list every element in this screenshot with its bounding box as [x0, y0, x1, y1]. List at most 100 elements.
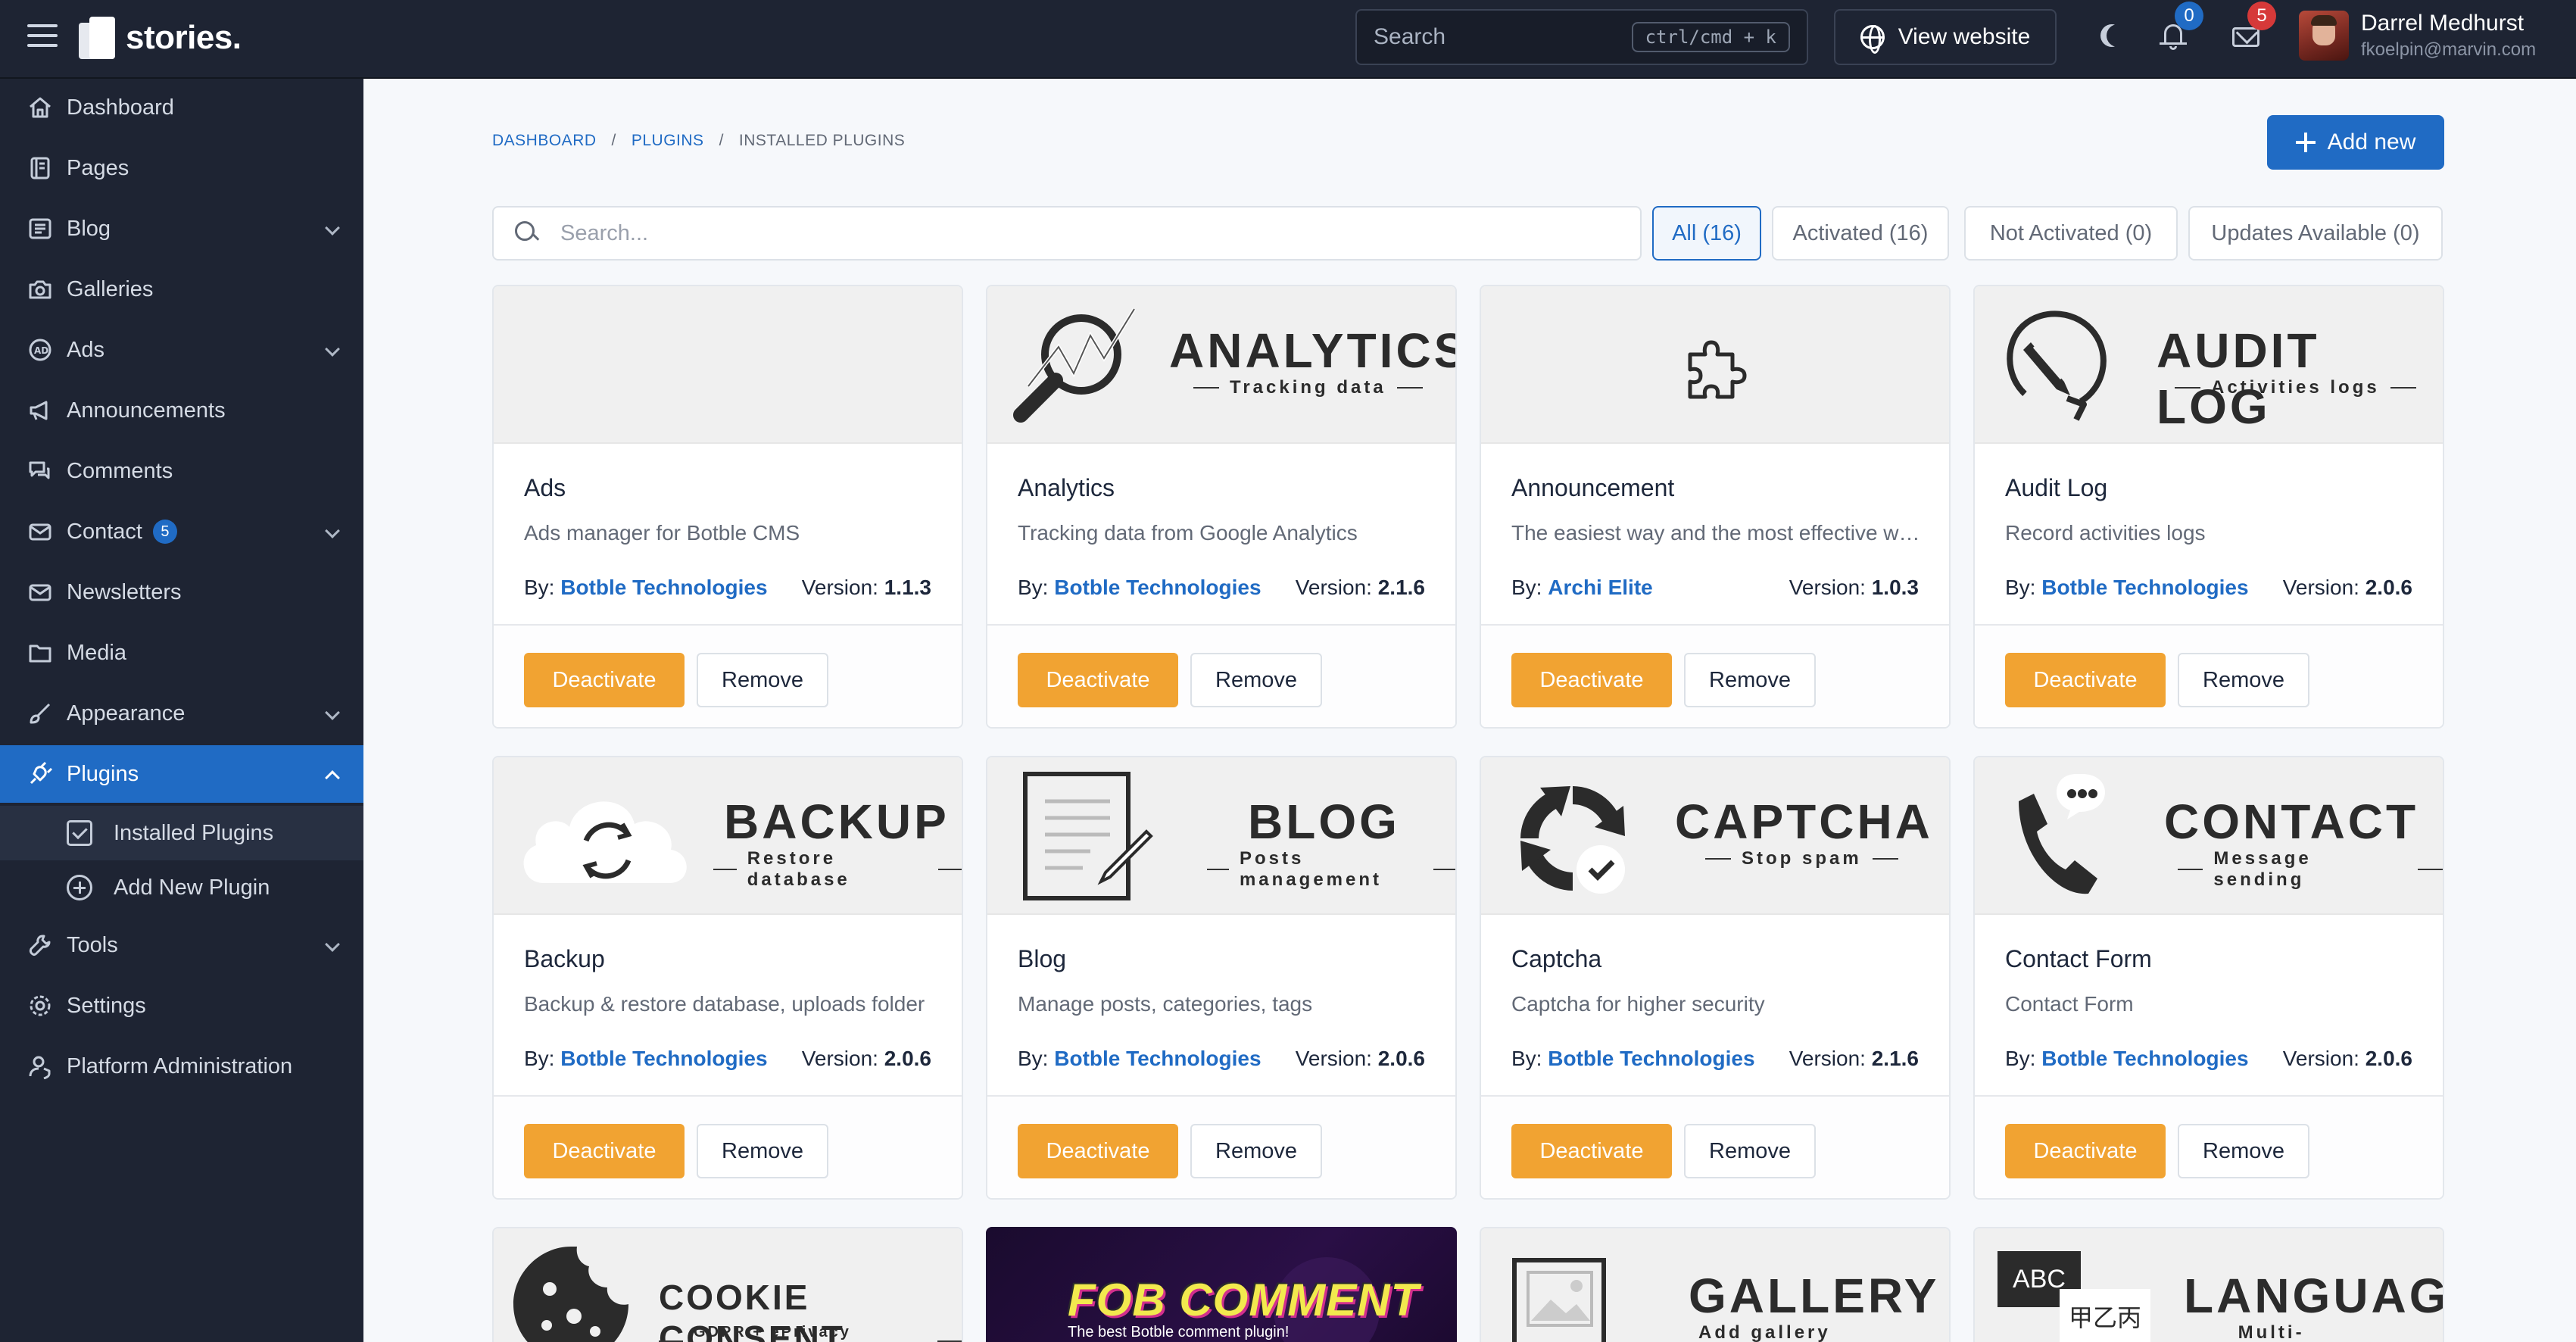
sidebar-item-plugins[interactable]: Plugins — [0, 745, 363, 803]
author-link[interactable]: Botble Technologies — [1548, 1047, 1754, 1070]
sidebar-subitem-add-new-plugin[interactable]: Add New Plugin — [0, 860, 363, 915]
plugin-author: By: Botble Technologies — [1018, 576, 1261, 599]
author-link[interactable]: Archi Elite — [1548, 576, 1652, 599]
deactivate-button[interactable]: Deactivate — [524, 653, 685, 707]
plugin-version: Version: 1.1.3 — [801, 576, 931, 599]
remove-button[interactable]: Remove — [1684, 653, 1816, 707]
sidebar-item-dashboard[interactable]: Dashboard — [0, 79, 363, 136]
banner-title: ANALYTICS — [1169, 323, 1455, 378]
plugin-card: Ads Ads manager for Botble CMS By: Botbl… — [492, 285, 963, 729]
ad-icon: AD — [27, 337, 53, 363]
deactivate-button[interactable]: Deactivate — [1511, 653, 1672, 707]
plugin-name: Announcement — [1511, 474, 1675, 501]
sidebar-item-announcements[interactable]: Announcements — [0, 382, 363, 439]
app-logo[interactable]: stories. — [79, 14, 242, 62]
add-new-button[interactable]: Add new — [2267, 115, 2444, 170]
author-link[interactable]: Botble Technologies — [560, 576, 767, 599]
author-link[interactable]: Botble Technologies — [560, 1047, 767, 1070]
filter-activated[interactable]: Activated (16) — [1772, 206, 1949, 261]
sidebar-subitem-label: Installed Plugins — [114, 820, 274, 845]
menu-toggle-icon[interactable] — [27, 24, 58, 48]
plugin-card: FOB COMMENT The best Botble comment plug… — [986, 1227, 1457, 1342]
remove-button[interactable]: Remove — [1190, 653, 1322, 707]
mail-icon — [27, 519, 53, 545]
view-website-button[interactable]: View website — [1834, 9, 2057, 65]
remove-button[interactable]: Remove — [697, 653, 828, 707]
settings-icon — [27, 993, 53, 1019]
bell-icon[interactable]: 0 — [2158, 2, 2203, 51]
sidebar-item-galleries[interactable]: Galleries — [0, 261, 363, 318]
avatar[interactable] — [2299, 11, 2349, 61]
remove-button[interactable]: Remove — [2178, 1124, 2309, 1178]
plugin-name: Contact Form — [2005, 945, 2152, 972]
sidebar-item-label: Settings — [67, 993, 146, 1018]
author-link[interactable]: Botble Technologies — [1054, 576, 1261, 599]
plugin-actions: Deactivate Remove — [1481, 1095, 1949, 1198]
deactivate-button[interactable]: Deactivate — [1018, 653, 1178, 707]
sidebar-item-tools[interactable]: Tools — [0, 916, 363, 974]
sidebar-item-appearance[interactable]: Appearance — [0, 685, 363, 742]
plugin-search-placeholder: Search... — [560, 220, 649, 245]
remove-button[interactable]: Remove — [1684, 1124, 1816, 1178]
plugin-banner: ANALYTICS Tracking data — [987, 286, 1455, 444]
contact-badge: 5 — [152, 520, 177, 544]
plugin-author: By: Botble Technologies — [1511, 1047, 1755, 1070]
banner-subtitle: Add gallery images — [1698, 1322, 1831, 1342]
plug-icon — [27, 761, 53, 787]
deactivate-button[interactable]: Deactivate — [1511, 1124, 1672, 1178]
deactivate-button[interactable]: Deactivate — [524, 1124, 685, 1178]
breadcrumb-plugins[interactable]: PLUGINS — [632, 132, 704, 150]
plugin-version: Version: 2.1.6 — [1295, 576, 1425, 599]
sidebar-item-media[interactable]: Media — [0, 624, 363, 682]
banner-title: GALLERY — [1689, 1269, 1940, 1323]
author-link[interactable]: Botble Technologies — [1054, 1047, 1261, 1070]
remove-button[interactable]: Remove — [1190, 1124, 1322, 1178]
sidebar-item-settings[interactable]: Settings — [0, 977, 363, 1035]
deactivate-button[interactable]: Deactivate — [1018, 1124, 1178, 1178]
author-link[interactable]: Botble Technologies — [2041, 1047, 2248, 1070]
plugin-search-input[interactable]: Search... — [492, 206, 1642, 261]
sidebar-item-platform-administration[interactable]: Platform Administration — [0, 1038, 363, 1095]
sidebar-item-label: Galleries — [67, 276, 154, 301]
sidebar-item-blog[interactable]: Blog — [0, 200, 363, 257]
plugin-card: COOKIE CONSENT GDPR + ePrivacy Directive — [492, 1227, 963, 1342]
deactivate-button[interactable]: Deactivate — [2005, 1124, 2166, 1178]
tool-icon — [27, 932, 53, 958]
remove-button[interactable]: Remove — [697, 1124, 828, 1178]
sidebar-item-label: Ads — [67, 337, 104, 362]
chevron-down-icon — [325, 342, 340, 357]
sidebar-item-newsletters[interactable]: Newsletters — [0, 563, 363, 621]
sidebar-subitem-installed-plugins[interactable]: Installed Plugins — [0, 806, 363, 860]
remove-button[interactable]: Remove — [2178, 653, 2309, 707]
sidebar-item-contact[interactable]: Contact 5 — [0, 503, 363, 560]
plugin-name: Captcha — [1511, 945, 1602, 972]
speakerphone-icon — [27, 398, 53, 423]
sidebar-item-comments[interactable]: Comments — [0, 442, 363, 500]
sidebar-item-ads[interactable]: AD Ads — [0, 321, 363, 379]
logo-icon — [79, 17, 117, 59]
plugin-description: The easiest way and the most effective w… — [1511, 521, 1920, 545]
plugin-actions: Deactivate Remove — [987, 624, 1455, 727]
plugin-version: Version: 2.0.6 — [2282, 576, 2412, 599]
sidebar-item-pages[interactable]: Pages — [0, 139, 363, 197]
user-name[interactable]: Darrel Medhurst — [2361, 11, 2524, 36]
mail-icon[interactable]: 5 — [2231, 2, 2276, 51]
plugin-banner: BACKUP Restore database — [494, 757, 962, 915]
filter-all[interactable]: All (16) — [1652, 206, 1761, 261]
filter-updates-available[interactable]: Updates Available (0) — [2188, 206, 2443, 261]
sidebar-item-label: Comments — [67, 458, 173, 483]
brush-icon — [27, 701, 53, 726]
filter-not-activated[interactable]: Not Activated (0) — [1964, 206, 2178, 261]
global-search-input[interactable]: Search ctrl/cmd + k — [1355, 9, 1808, 65]
plugin-description: Ads manager for Botble CMS — [524, 521, 800, 545]
plugin-card: ABC 甲乙丙 LANGUAGE Multi-language — [1973, 1227, 2444, 1342]
author-link[interactable]: Botble Technologies — [2041, 576, 2248, 599]
mail-opened-icon — [27, 579, 53, 605]
dark-mode-icon[interactable] — [2097, 21, 2128, 51]
deactivate-button[interactable]: Deactivate — [2005, 653, 2166, 707]
plugin-description: Contact Form — [2005, 992, 2134, 1016]
plugin-banner: AUDIT LOG Activities logs — [1975, 286, 2443, 444]
plugin-banner — [494, 286, 962, 444]
breadcrumb-dashboard[interactable]: DASHBOARD — [492, 132, 597, 150]
sidebar-item-label: Contact — [67, 519, 142, 544]
